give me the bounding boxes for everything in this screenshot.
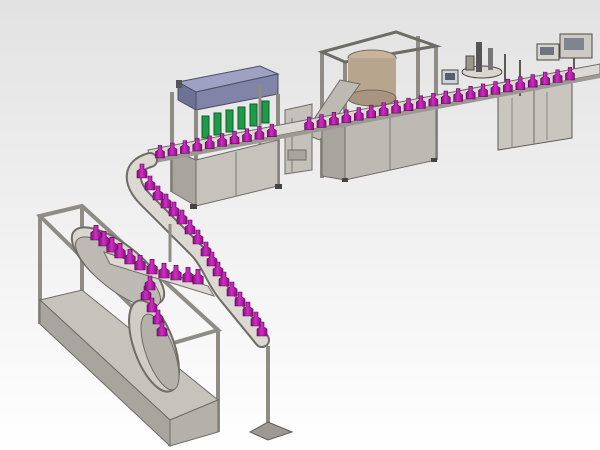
background — [0, 0, 600, 450]
transfer-station — [284, 103, 313, 175]
production-line-svg — [0, 0, 600, 450]
production-line-render — [0, 0, 600, 450]
